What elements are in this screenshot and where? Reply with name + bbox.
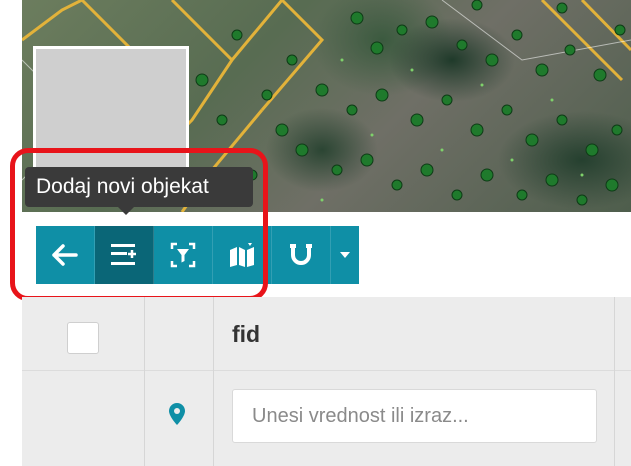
select-all-checkbox[interactable] [67,322,99,354]
feature-thumbnail [33,46,189,176]
fid-filter-input[interactable] [232,389,597,443]
tooltip-arrow [118,207,134,215]
attribute-table: fid [22,297,631,466]
table-header-row: fid [22,297,631,371]
tooltip: Dodaj novi objekat [25,167,253,207]
add-feature-icon [111,244,136,265]
arrow-left-icon [52,244,78,266]
table-filter-row [22,371,631,466]
select-filter-icon [170,242,196,268]
attribute-toolbar [36,226,359,284]
snapping-dropdown-button[interactable] [331,226,359,284]
map-layers-button[interactable] [213,226,272,284]
add-feature-button[interactable] [95,226,154,284]
snapping-button[interactable] [272,226,331,284]
map-pin-icon[interactable] [168,402,186,426]
back-button[interactable] [36,226,95,284]
map-layers-icon [230,243,254,267]
column-divider [614,297,615,466]
chevron-down-icon [340,252,350,258]
column-header-fid[interactable]: fid [232,321,260,348]
magnet-icon [290,244,312,265]
column-divider [144,297,145,466]
select-filter-button[interactable] [154,226,213,284]
column-divider [213,297,214,466]
